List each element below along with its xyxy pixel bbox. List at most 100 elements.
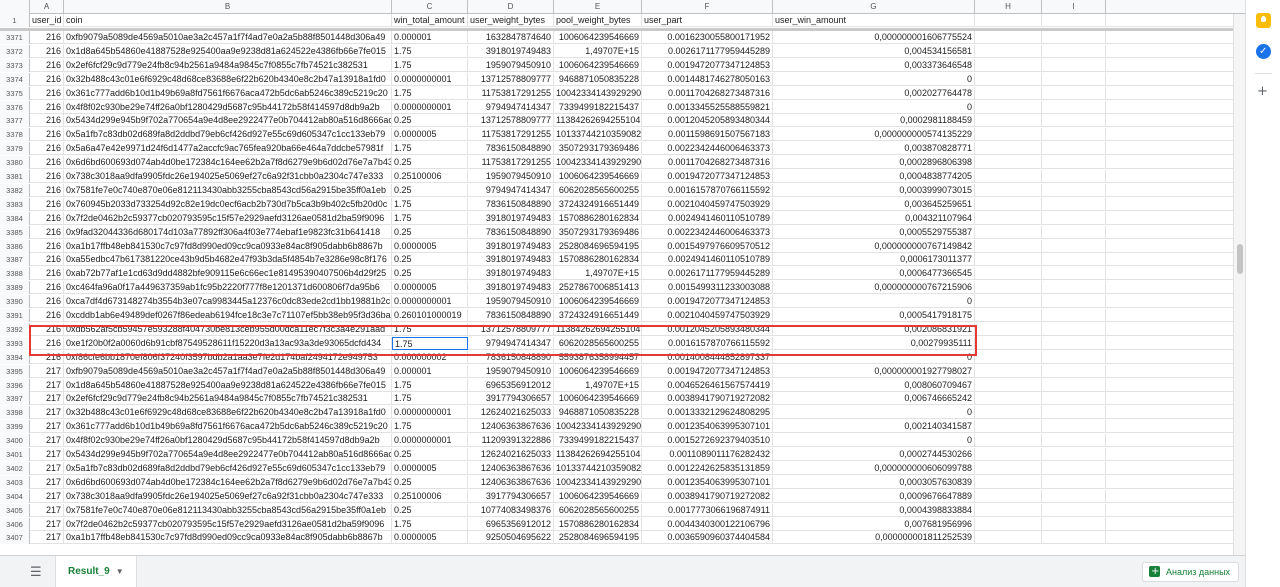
cell-user-part[interactable]: 0.0017773066196874911 <box>642 503 773 517</box>
cell-win-total-amount[interactable]: 0.000000002 <box>392 350 468 364</box>
cell-user-weight-bytes[interactable]: 13712578809777 <box>468 322 554 336</box>
cell-user-part[interactable]: 0.0019472077347124853 <box>642 58 773 72</box>
cell-user-win-amount[interactable]: 0,0002744530266 <box>773 448 975 461</box>
row-number[interactable]: 3373 <box>0 58 30 72</box>
cell-pool-weight-bytes[interactable]: 1006064239546669 <box>554 31 642 44</box>
cell-user-part[interactable]: 0.0011598691507567183 <box>642 128 773 142</box>
row-number[interactable]: 3378 <box>0 128 30 142</box>
empty-cell[interactable] <box>975 531 1042 545</box>
cell-win-total-amount[interactable]: 0.0000005 <box>392 461 468 475</box>
cell-user-id[interactable]: 217 <box>30 517 64 531</box>
cell-user-part[interactable]: 0.0019472077347124853 <box>642 295 773 309</box>
cell-pool-weight-bytes[interactable]: 1570886280162834 <box>554 253 642 267</box>
cell-coin[interactable]: 0x5a1fb7c83db02d689fa8d2ddbd79eb6cf426d9… <box>64 461 392 475</box>
cell-user-weight-bytes[interactable]: 1632847874640 <box>468 31 554 44</box>
cell-user-weight-bytes[interactable]: 3918019749483 <box>468 253 554 267</box>
cell-coin[interactable]: 0x7581fe7e0c740e870e06e812113430abb3255c… <box>64 183 392 197</box>
empty-cell[interactable] <box>1042 197 1106 211</box>
empty-cell[interactable] <box>1042 517 1106 531</box>
cell-pool-weight-bytes[interactable]: 1006064239546669 <box>554 364 642 378</box>
empty-cell[interactable] <box>1042 267 1106 281</box>
cell-user-id[interactable]: 216 <box>30 183 64 197</box>
cell-user-part[interactable]: 0.0019472077347124853 <box>642 364 773 378</box>
cell-win-total-amount[interactable]: 0.25 <box>392 448 468 461</box>
empty-cell[interactable] <box>1042 72 1106 86</box>
row-number[interactable]: 3400 <box>0 434 30 448</box>
cell-win-total-amount[interactable]: 0.0000000001 <box>392 72 468 86</box>
row-number[interactable]: 3393 <box>0 336 30 350</box>
cell-win-total-amount[interactable]: 0.260101000019 <box>392 309 468 322</box>
cell-user-win-amount[interactable]: 0,00279935111 <box>773 336 975 350</box>
cell-pool-weight-bytes[interactable]: 11384262694255104 <box>554 114 642 128</box>
cell-win-total-amount[interactable]: 0.000001 <box>392 364 468 378</box>
select-all-corner[interactable] <box>0 0 30 14</box>
cell-user-weight-bytes[interactable]: 3918019749483 <box>468 211 554 225</box>
cell-win-total-amount[interactable]: 0.0000005 <box>392 281 468 295</box>
all-sheets-menu-icon[interactable]: ☰ <box>30 565 42 580</box>
cell-user-part[interactable]: 0.0012354063995307101 <box>642 475 773 489</box>
empty-cell[interactable] <box>975 350 1042 364</box>
keep-icon[interactable] <box>1256 13 1271 28</box>
cell-pool-weight-bytes[interactable]: 1006064239546669 <box>554 295 642 309</box>
cell-user-weight-bytes[interactable]: 11753817291255 <box>468 128 554 142</box>
empty-cell[interactable] <box>1042 322 1106 336</box>
cell-user-weight-bytes[interactable]: 3918019749483 <box>468 239 554 253</box>
cell-pool-weight-bytes[interactable]: 10133744210359082 <box>554 461 642 475</box>
cell-user-weight-bytes[interactable]: 12406363867636 <box>468 420 554 434</box>
row-number[interactable]: 3384 <box>0 211 30 225</box>
empty-cell[interactable] <box>1042 295 1106 309</box>
chevron-down-icon[interactable]: ▼ <box>116 567 124 576</box>
cell-user-part[interactable]: 0.0013332129624808295 <box>642 406 773 420</box>
empty-cell[interactable] <box>1042 211 1106 225</box>
row-number[interactable]: 3403 <box>0 475 30 489</box>
empty-cell[interactable] <box>1042 489 1106 503</box>
sheet-tab-result-9[interactable]: Result_9 ▼ <box>55 556 137 587</box>
cell-coin[interactable]: 0x738c3018aa9dfa9905fdc26e194025e5069ef2… <box>64 170 392 183</box>
empty-cell[interactable] <box>975 336 1042 350</box>
cell-pool-weight-bytes[interactable]: 1570886280162834 <box>554 211 642 225</box>
cell-win-total-amount[interactable]: 1.75 <box>392 336 468 350</box>
empty-cell[interactable] <box>1042 86 1106 100</box>
cell-user-id[interactable]: 217 <box>30 475 64 489</box>
cell-user-win-amount[interactable]: 0,003870828771 <box>773 142 975 156</box>
column-header-d[interactable]: D <box>468 0 554 14</box>
cell-user-part[interactable]: 0.0011089011176282432 <box>642 448 773 461</box>
cell-user-part[interactable]: 0.0012045205893480344 <box>642 322 773 336</box>
cell-user-weight-bytes[interactable]: 9794947414347 <box>468 336 554 350</box>
cell-user-weight-bytes[interactable]: 9794947414347 <box>468 183 554 197</box>
cell-coin[interactable]: 0x5434d299e945b9f702a770654a9e4d8ee29224… <box>64 114 392 128</box>
cell-user-id[interactable]: 216 <box>30 114 64 128</box>
empty-cell[interactable] <box>1042 364 1106 378</box>
cell-pool-weight-bytes[interactable]: 5593876358994457 <box>554 350 642 364</box>
empty-cell[interactable] <box>975 475 1042 489</box>
cell-user-win-amount[interactable]: 0,0006173011377 <box>773 253 975 267</box>
empty-cell[interactable] <box>1042 475 1106 489</box>
row-number[interactable]: 3407 <box>0 531 30 545</box>
cell-pool-weight-bytes[interactable]: 6062028565600255 <box>554 503 642 517</box>
cell-user-part[interactable]: 0.0036590960374404584 <box>642 531 773 545</box>
cell-win-total-amount[interactable]: 1.75 <box>392 197 468 211</box>
cell-user-weight-bytes[interactable]: 3918019749483 <box>468 281 554 295</box>
column-header-e[interactable]: E <box>554 0 642 14</box>
cell-user-win-amount[interactable]: 0,002140341587 <box>773 420 975 434</box>
cell-user-part[interactable]: 0.0012242625835131859 <box>642 461 773 475</box>
cell-pool-weight-bytes[interactable]: 2528084696594195 <box>554 239 642 253</box>
cell-user-win-amount[interactable]: 0,0005529755387 <box>773 225 975 239</box>
cell-user-win-amount[interactable]: 0,000000000767215906 <box>773 281 975 295</box>
cell-user-win-amount[interactable]: 0,003645259651 <box>773 197 975 211</box>
cell-win-total-amount[interactable]: 1.75 <box>392 420 468 434</box>
cell-user-part[interactable]: 0.0015499311233003088 <box>642 281 773 295</box>
cell-user-id[interactable]: 217 <box>30 503 64 517</box>
cell-win-total-amount[interactable]: 0.25 <box>392 114 468 128</box>
cell-user-part[interactable]: 0.0012045205893480344 <box>642 114 773 128</box>
empty-cell[interactable] <box>975 392 1042 406</box>
cell-user-weight-bytes[interactable]: 13712578809777 <box>468 114 554 128</box>
cell-user-id[interactable]: 216 <box>30 295 64 309</box>
cell-user-part[interactable]: 0.0021040459747503929 <box>642 197 773 211</box>
cell-user-part[interactable]: 0.0011704268273487316 <box>642 86 773 100</box>
cell-win-total-amount[interactable]: 0.25 <box>392 156 468 170</box>
column-header-a[interactable]: A <box>30 0 64 14</box>
row-number[interactable]: 3386 <box>0 239 30 253</box>
cell-coin[interactable]: 0x2ef6fcf29c9d779e24fb8c94b2561a9484a984… <box>64 58 392 72</box>
cell-coin[interactable]: 0x4f8f02c930be29e74ff26a0bf1280429d5687c… <box>64 100 392 114</box>
